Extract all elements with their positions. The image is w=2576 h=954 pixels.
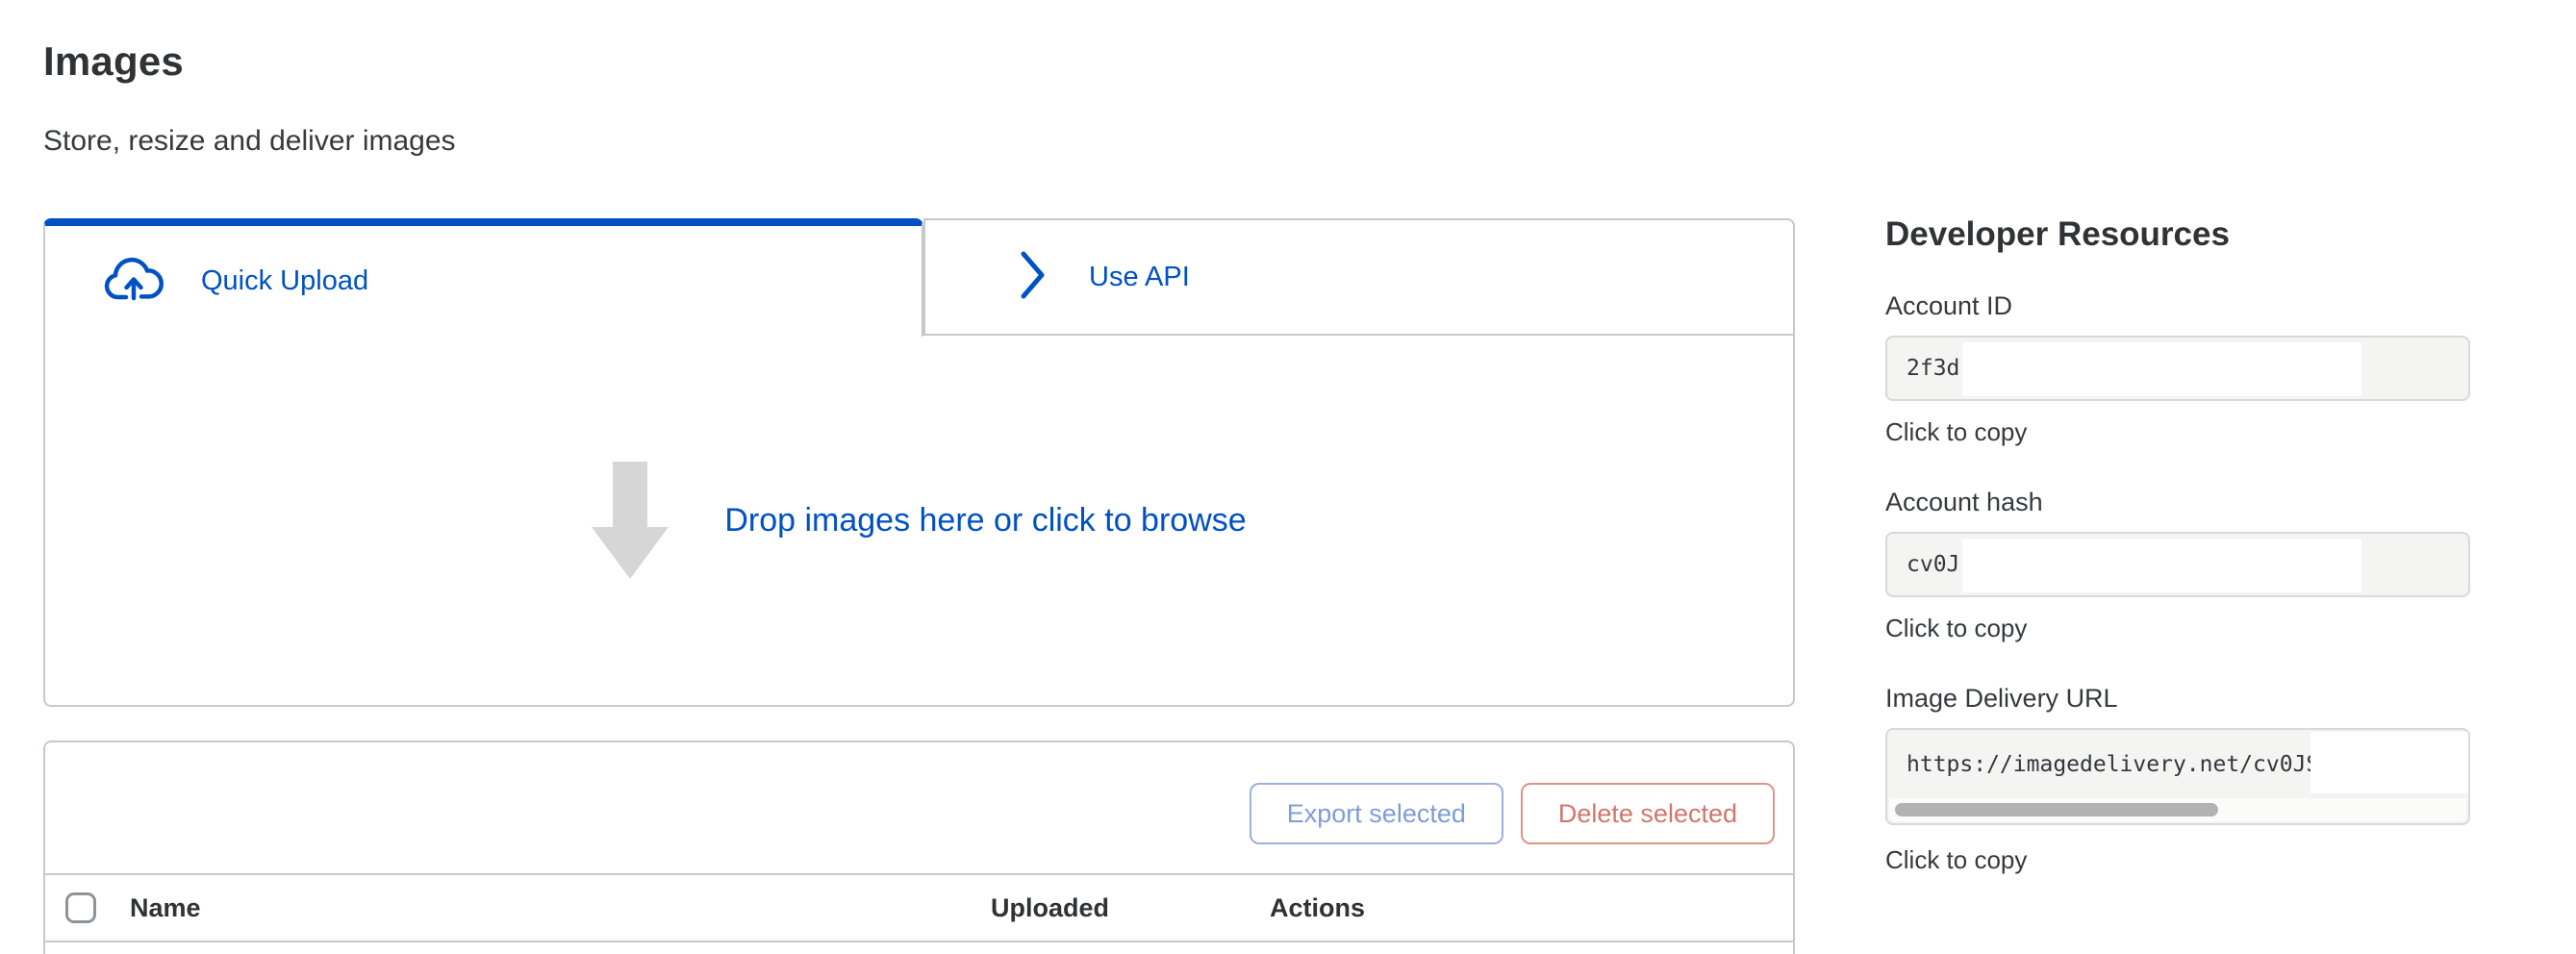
developer-resources-title: Developer Resources (1885, 215, 2230, 254)
down-arrow-icon (592, 462, 669, 579)
tab-use-api-label: Use API (1089, 262, 1190, 293)
images-page: Images Store, resize and deliver images … (0, 0, 2576, 954)
export-selected-button[interactable]: Export selected (1250, 783, 1503, 844)
tab-quick-upload-label: Quick Upload (201, 265, 368, 297)
account-hash-copy-hint: Click to copy (1885, 614, 2027, 643)
image-delivery-url-value-box[interactable]: https://imagedelivery.net/cv0JS (1885, 728, 2470, 825)
table-toolbar: Export selected Delete selected (1250, 783, 1775, 844)
cloud-upload-icon (103, 256, 164, 307)
page-title: Images (43, 38, 184, 85)
account-id-value-box[interactable]: 2f3d (1885, 336, 2470, 401)
page-subtitle: Store, resize and deliver images (43, 125, 456, 158)
upload-tabs: Quick Upload Use API (43, 218, 1795, 337)
image-delivery-url-copy-hint: Click to copy (1885, 845, 2027, 875)
table-header-row: Name Uploaded Actions (45, 875, 1793, 941)
image-dropzone[interactable]: Drop images here or click to browse (43, 336, 1795, 707)
redaction-overlay (2311, 732, 2470, 793)
image-delivery-url-value: https://imagedelivery.net/cv0JS (1907, 752, 2319, 777)
scrollbar-thumb[interactable] (1895, 803, 2218, 816)
account-id-value: 2f3d (1907, 356, 1959, 381)
images-table-panel: Export selected Delete selected Name Upl… (43, 741, 1795, 954)
column-header-actions: Actions (1270, 875, 1365, 941)
select-all-checkbox[interactable] (65, 892, 96, 923)
account-hash-value: cv0J (1907, 552, 1959, 577)
image-delivery-url-label: Image Delivery URL (1885, 684, 2118, 714)
column-header-uploaded: Uploaded (991, 875, 1109, 941)
account-hash-label: Account hash (1885, 488, 2043, 517)
horizontal-scrollbar[interactable] (1889, 798, 2466, 821)
dropzone-label: Drop images here or click to browse (724, 502, 1246, 540)
delete-selected-button[interactable]: Delete selected (1521, 783, 1775, 844)
tab-quick-upload[interactable]: Quick Upload (43, 218, 923, 337)
redaction-overlay (1962, 342, 2361, 396)
divider (45, 941, 1793, 942)
redaction-overlay (1962, 539, 2361, 592)
column-header-name: Name (130, 875, 201, 941)
chevron-right-icon (1020, 249, 1047, 306)
account-id-label: Account ID (1885, 291, 2012, 321)
account-id-copy-hint: Click to copy (1885, 417, 2027, 447)
tab-use-api[interactable]: Use API (923, 218, 1795, 336)
account-hash-value-box[interactable]: cv0J (1885, 532, 2470, 597)
